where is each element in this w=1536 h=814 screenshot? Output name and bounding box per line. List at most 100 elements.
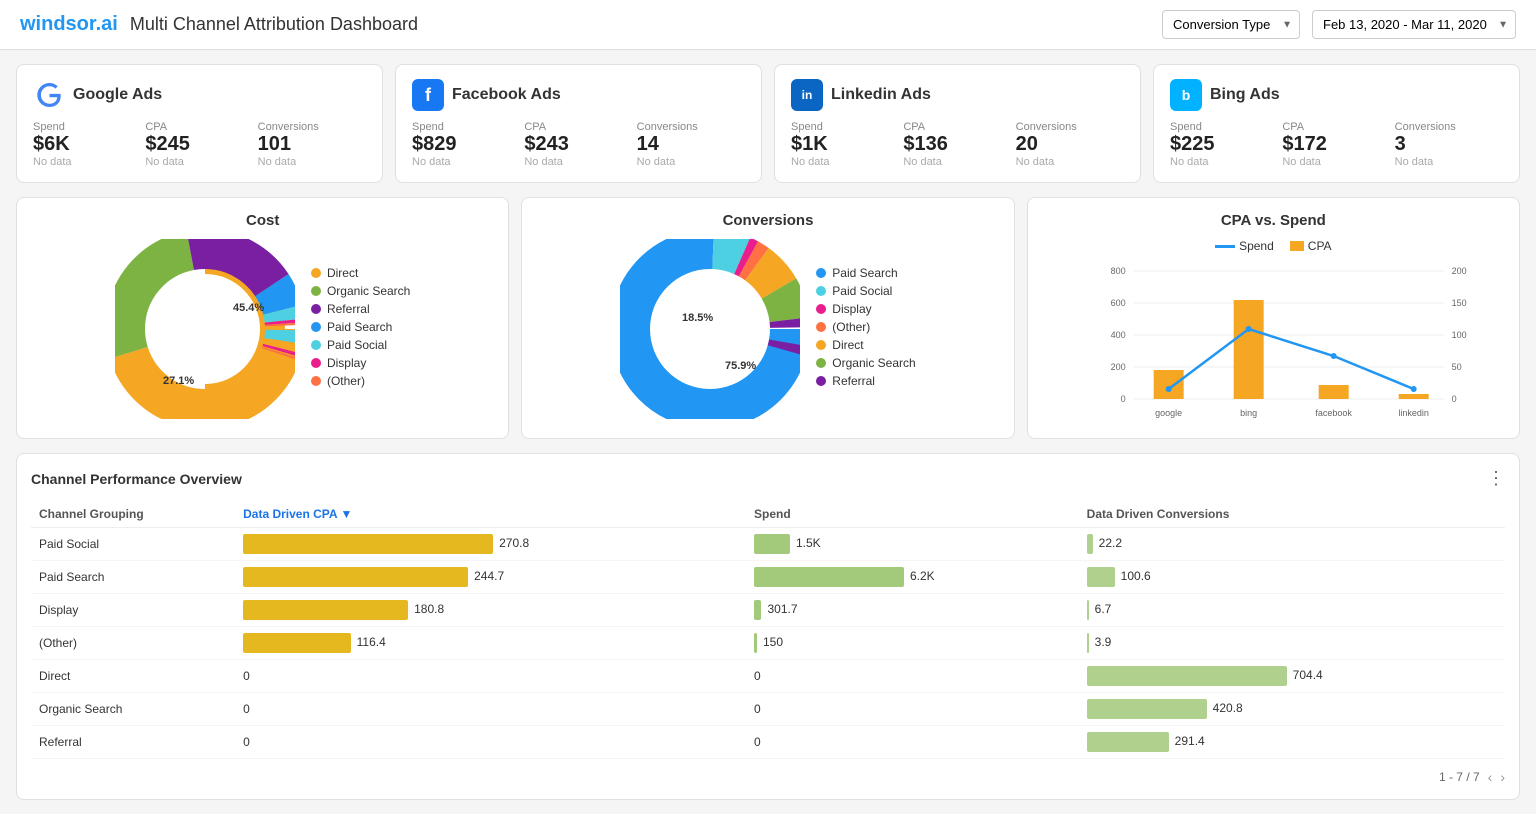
spend-cell: 150 (746, 627, 1079, 660)
col-conversions[interactable]: Data Driven Conversions (1079, 501, 1505, 528)
cost-donut-svg: 45.4% 27.1% 18.8% (115, 239, 295, 419)
channel-cell: Organic Search (31, 693, 235, 726)
table-row: Display180.8301.76.7 (31, 594, 1505, 627)
facebook-card-header: f Facebook Ads (412, 79, 745, 111)
svg-text:75.9%: 75.9% (725, 360, 756, 372)
spend-legend-item: Spend (1215, 239, 1274, 253)
svg-text:0: 0 (1451, 394, 1456, 404)
performance-table: Channel Grouping Data Driven CPA ▼ Spend… (31, 501, 1505, 759)
bing-ads-card: b Bing Ads Spend $225 No data CPA $172 N… (1153, 64, 1520, 183)
table-menu-button[interactable]: ⋮ (1487, 468, 1505, 489)
bing-ads-title: Bing Ads (1210, 86, 1280, 104)
charts-row: Cost (16, 197, 1520, 439)
table-head: Channel Grouping Data Driven CPA ▼ Spend… (31, 501, 1505, 528)
channel-cell: Direct (31, 660, 235, 693)
svg-text:linkedin: linkedin (1398, 408, 1429, 418)
col-channel[interactable]: Channel Grouping (31, 501, 235, 528)
header: windsor.ai Multi Channel Attribution Das… (0, 0, 1536, 50)
cpa-legend-item: CPA (1290, 239, 1332, 253)
fb-cpa-col: CPA $243 No data (524, 121, 632, 168)
spend-legend-line (1215, 245, 1235, 248)
cost-legend-direct: Direct (311, 266, 410, 280)
bing-card-header: b Bing Ads (1170, 79, 1503, 111)
header-left: windsor.ai Multi Channel Attribution Das… (20, 13, 418, 36)
google-cpa-col: CPA $245 No data (145, 121, 253, 168)
col-cpa[interactable]: Data Driven CPA ▼ (235, 501, 746, 528)
cpa-chart-svg: 800 600 400 200 0 200 150 100 50 0 (1042, 261, 1505, 421)
svg-text:150: 150 (1451, 298, 1466, 308)
table-row: Organic Search00420.8 (31, 693, 1505, 726)
svg-text:100: 100 (1451, 330, 1466, 340)
conversions-cell: 100.6 (1079, 561, 1505, 594)
google-conv-col: Conversions 101 No data (258, 121, 366, 168)
cpa-chart-title: CPA vs. Spend (1042, 212, 1505, 229)
bing-cpa-col: CPA $172 No data (1282, 121, 1390, 168)
pagination-text: 1 - 7 / 7 (1439, 770, 1480, 784)
conversions-cell: 3.9 (1079, 627, 1505, 660)
facebook-ads-icon: f (412, 79, 444, 111)
channel-cell: Paid Search (31, 561, 235, 594)
cost-legend-other: (Other) (311, 374, 410, 388)
bing-conv-col: Conversions 3 No data (1395, 121, 1503, 168)
channel-cell: (Other) (31, 627, 235, 660)
cpa-cell: 0 (235, 693, 746, 726)
cpa-chart-card: CPA vs. Spend Spend CPA (1027, 197, 1520, 439)
conversions-cell: 291.4 (1079, 726, 1505, 759)
col-spend[interactable]: Spend (746, 501, 1079, 528)
cost-legend-referral: Referral (311, 302, 410, 316)
header-controls: Conversion Type Feb 13, 2020 - Mar 11, 2… (1162, 10, 1516, 39)
bing-ads-icon: b (1170, 79, 1202, 111)
conversion-type-wrapper[interactable]: Conversion Type (1162, 10, 1300, 39)
svg-text:50: 50 (1451, 362, 1461, 372)
bing-spend-col: Spend $225 No data (1170, 121, 1278, 168)
google-ads-card: Google Ads Spend $6K No data CPA $245 No… (16, 64, 383, 183)
linkedin-metrics: Spend $1K No data CPA $136 No data Conve… (791, 121, 1124, 168)
svg-text:200: 200 (1110, 362, 1125, 372)
pagination-next[interactable]: › (1500, 769, 1505, 785)
page-title: Multi Channel Attribution Dashboard (130, 14, 418, 35)
svg-text:200: 200 (1451, 266, 1466, 276)
table-header-row: Channel Performance Overview ⋮ (31, 468, 1505, 489)
cost-legend-display: Display (311, 356, 410, 370)
cpa-chart-legend: Spend CPA (1042, 239, 1505, 253)
svg-text:800: 800 (1110, 266, 1125, 276)
cpa-cell: 270.8 (235, 528, 746, 561)
linkedin-ads-icon: in (791, 79, 823, 111)
main-content: Google Ads Spend $6K No data CPA $245 No… (0, 50, 1536, 814)
svg-text:600: 600 (1110, 298, 1125, 308)
date-range-wrapper[interactable]: Feb 13, 2020 - Mar 11, 2020 (1312, 10, 1516, 39)
table-row: Referral00291.4 (31, 726, 1505, 759)
google-ads-title: Google Ads (73, 86, 162, 104)
cpa-cell: 180.8 (235, 594, 746, 627)
table-row: Paid Social270.81.5K22.2 (31, 528, 1505, 561)
svg-text:bing: bing (1240, 408, 1257, 418)
google-ads-icon (33, 79, 65, 111)
cpa-cell: 0 (235, 660, 746, 693)
cost-legend: Direct Organic Search Referral Paid Sear… (311, 266, 410, 392)
facebook-ads-title: Facebook Ads (452, 86, 561, 104)
performance-table-card: Channel Performance Overview ⋮ Channel G… (16, 453, 1520, 800)
fb-spend-col: Spend $829 No data (412, 121, 520, 168)
bing-metrics: Spend $225 No data CPA $172 No data Conv… (1170, 121, 1503, 168)
cost-donut-container: 45.4% 27.1% 18.8% Direct Organic Search … (31, 239, 494, 419)
table-row: Direct00704.4 (31, 660, 1505, 693)
pagination-prev[interactable]: ‹ (1488, 769, 1493, 785)
conversions-legend: Paid Search Paid Social Display (Other) … (816, 266, 915, 392)
table-row: Paid Search244.76.2K100.6 (31, 561, 1505, 594)
conversions-donut-container: 18.5% 75.9% Paid Search Paid Social Disp… (536, 239, 999, 419)
spend-cell: 0 (746, 693, 1079, 726)
google-conv-sub: No data (258, 156, 366, 168)
date-range-select[interactable]: Feb 13, 2020 - Mar 11, 2020 (1312, 10, 1516, 39)
conversions-cell: 420.8 (1079, 693, 1505, 726)
cpa-legend-bar (1290, 241, 1304, 251)
google-conv-value: 101 (258, 133, 366, 156)
google-cpa-label: CPA (145, 121, 253, 133)
conversions-cell: 22.2 (1079, 528, 1505, 561)
cost-legend-paid-social: Paid Social (311, 338, 410, 352)
google-cpa-value: $245 (145, 133, 253, 156)
table-header-row-el: Channel Grouping Data Driven CPA ▼ Spend… (31, 501, 1505, 528)
cpa-legend-label: CPA (1308, 239, 1332, 253)
fb-conv-col: Conversions 14 No data (637, 121, 745, 168)
spend-cell: 0 (746, 660, 1079, 693)
conversion-type-select[interactable]: Conversion Type (1162, 10, 1300, 39)
